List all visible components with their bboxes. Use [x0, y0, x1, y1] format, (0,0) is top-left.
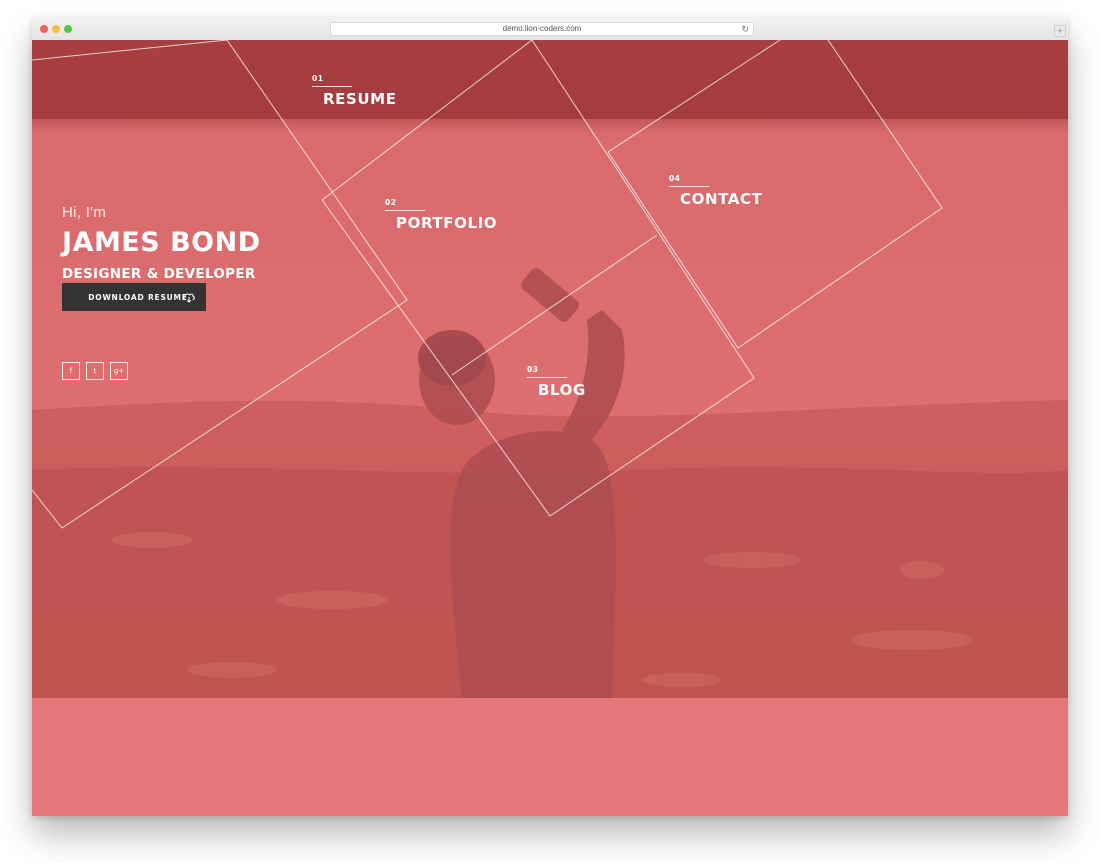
- nav-label: PORTFOLIO: [396, 214, 498, 232]
- browser-window: demo.lion-coders.com ↻ + Hi, I'm JAMES B…: [32, 18, 1068, 816]
- google-plus-icon[interactable]: g+: [110, 362, 128, 380]
- close-window-button[interactable]: [40, 25, 48, 33]
- page-viewport: Hi, I'm JAMES BOND DESIGNER & DEVELOPER …: [32, 40, 1068, 816]
- minimize-window-button[interactable]: [52, 25, 60, 33]
- new-tab-button[interactable]: +: [1054, 25, 1066, 37]
- nav-item-contact[interactable]: 04 CONTACT: [669, 174, 762, 208]
- nav-item-blog[interactable]: 03 BLOG: [527, 365, 586, 399]
- nav-label: CONTACT: [680, 190, 763, 208]
- nav-number: 03: [527, 365, 539, 374]
- download-resume-label: DOWNLOAD RESUME: [88, 293, 188, 302]
- nav-underline: [312, 86, 352, 87]
- hero-name: JAMES BOND: [62, 227, 261, 258]
- hero-greeting: Hi, I'm: [62, 204, 107, 221]
- nav-label: BLOG: [538, 381, 586, 399]
- reload-icon[interactable]: ↻: [741, 23, 749, 35]
- twitter-icon[interactable]: t: [86, 362, 104, 380]
- nav-underline: [669, 186, 709, 187]
- nav-number: 02: [385, 198, 397, 207]
- nav-item-portfolio[interactable]: 02 PORTFOLIO: [385, 198, 497, 232]
- download-resume-button[interactable]: DOWNLOAD RESUME: [62, 283, 206, 311]
- nav-number: 01: [312, 74, 324, 83]
- nav-item-resume[interactable]: 01 RESUME: [312, 74, 397, 108]
- address-bar[interactable]: demo.lion-coders.com ↻: [330, 22, 754, 36]
- zoom-window-button[interactable]: [64, 25, 72, 33]
- facebook-icon[interactable]: f: [62, 362, 80, 380]
- nav-number: 04: [669, 174, 681, 183]
- browser-titlebar: demo.lion-coders.com ↻ +: [32, 18, 1068, 41]
- nav-underline: [527, 377, 567, 378]
- decorative-frame-lines: [32, 40, 943, 529]
- nav-underline: [385, 210, 425, 211]
- cloud-download-icon: [183, 293, 195, 303]
- nav-label: RESUME: [323, 90, 397, 108]
- hero-intro: Hi, I'm JAMES BOND DESIGNER & DEVELOPER: [62, 204, 261, 282]
- hero-role: DESIGNER & DEVELOPER: [62, 266, 256, 282]
- address-bar-url: demo.lion-coders.com: [502, 24, 582, 33]
